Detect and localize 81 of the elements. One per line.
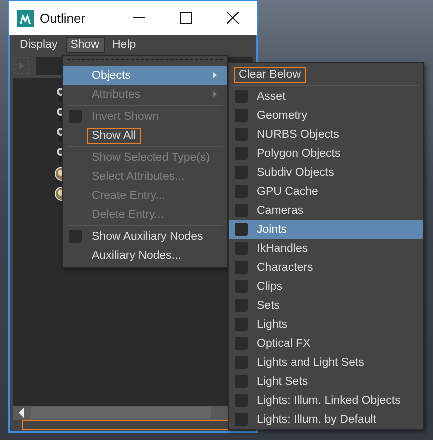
menu-item[interactable]: Objects (63, 66, 227, 85)
checkbox[interactable] (235, 356, 248, 369)
menu-label: Geometry (256, 108, 308, 122)
checkbox[interactable] (235, 375, 248, 388)
menu-item[interactable]: Light Sets (229, 372, 423, 391)
menu-label: Clear Below (235, 68, 305, 82)
menu-label: Select Attributes... (91, 170, 186, 184)
menu-item[interactable]: Display (16, 38, 62, 52)
checkbox[interactable] (235, 318, 248, 331)
checkbox[interactable] (235, 128, 248, 141)
checkbox[interactable] (235, 413, 248, 426)
checkbox[interactable] (235, 394, 248, 407)
menu-label: Optical FX (256, 336, 312, 350)
menu-item[interactable]: Show All (63, 126, 227, 145)
menu-item[interactable]: Show Auxiliary Nodes (63, 227, 227, 246)
menu-label: Objects (91, 68, 132, 82)
checkbox[interactable] (235, 242, 248, 255)
menu-item[interactable]: Subdiv Objects (229, 163, 423, 182)
menu-label: Sets (256, 298, 282, 312)
menu-item[interactable]: NURBS Objects (229, 125, 423, 144)
menu-item[interactable]: Asset (229, 87, 423, 106)
menu-label: NURBS Objects (256, 128, 340, 142)
menu-label: Polygon Objects (256, 146, 342, 160)
menu-item[interactable]: Lights (229, 315, 423, 334)
menu-item[interactable]: Cameras (229, 201, 423, 220)
checkbox[interactable] (235, 109, 248, 122)
checkbox[interactable] (235, 90, 248, 103)
menu-item[interactable]: Geometry (229, 106, 423, 125)
menu-label: Lights: Illum. by Default (256, 412, 378, 426)
menu-label: Show Auxiliary Nodes (91, 230, 204, 244)
menu-label: Characters (256, 260, 314, 274)
checkbox[interactable] (69, 230, 82, 243)
checkbox[interactable] (235, 147, 248, 160)
tear-off-line[interactable] (67, 59, 223, 61)
app-icon (17, 10, 34, 26)
menu-item[interactable]: GPU Cache (229, 182, 423, 201)
maximize-icon[interactable] (180, 12, 192, 24)
menu-label: Delete Entry... (91, 208, 166, 222)
menu-label: Create Entry... (91, 188, 166, 202)
menu-item[interactable]: Sets (229, 296, 423, 315)
menu-label: Invert Shown (91, 110, 160, 124)
checkbox[interactable] (235, 261, 248, 274)
menu-item[interactable]: Help (108, 38, 140, 52)
menu-item[interactable]: Optical FX (229, 334, 423, 353)
menu-label: Show All (88, 128, 140, 142)
menu-item[interactable]: IkHandles (229, 239, 423, 258)
menu-item[interactable]: Show (66, 36, 104, 52)
checkbox[interactable] (235, 185, 248, 198)
checkbox[interactable] (235, 223, 248, 236)
menu-label: Lights and Light Sets (256, 356, 366, 370)
menu-label: Lights (256, 318, 289, 332)
menu-item[interactable]: Lights and Light Sets (229, 353, 423, 372)
window-title: Outliner (40, 10, 86, 26)
checkbox[interactable] (235, 280, 248, 293)
menu-label: Cameras (256, 204, 305, 218)
scroll-left-icon[interactable] (17, 407, 27, 419)
checkbox[interactable] (235, 166, 248, 179)
menu-item[interactable]: Characters (229, 258, 423, 277)
menu-label: Asset (256, 90, 287, 104)
menu-label: Lights: Illum. Linked Objects (256, 394, 402, 408)
checkbox[interactable] (235, 337, 248, 350)
menu-label: Auxiliary Nodes... (91, 248, 182, 262)
menu-item[interactable]: Lights: Illum. Linked Objects (229, 391, 423, 410)
menu-item[interactable]: Clear Below (229, 65, 423, 84)
menu-label: Attributes (91, 88, 142, 102)
checkbox[interactable] (235, 299, 248, 312)
scrollbar-thumb[interactable] (31, 407, 211, 419)
menu-label: Clips (256, 280, 284, 294)
menu-label: Subdiv Objects (256, 166, 336, 180)
menu-label: Joints (256, 222, 288, 236)
menu-label: Show Selected Type(s) (91, 150, 212, 164)
checkbox[interactable] (235, 204, 248, 217)
menu-label: Light Sets (256, 374, 310, 388)
menu-item[interactable]: Clips (229, 277, 423, 296)
menu-item[interactable]: Joints (229, 220, 423, 239)
menu-item[interactable]: Auxiliary Nodes... (63, 246, 227, 265)
menu-label: GPU Cache (256, 184, 320, 198)
menu-label: IkHandles (256, 242, 310, 256)
menu-item[interactable]: Lights: Illum. by Default (229, 410, 423, 429)
close-icon[interactable] (227, 12, 239, 24)
menu-item[interactable]: Polygon Objects (229, 144, 423, 163)
